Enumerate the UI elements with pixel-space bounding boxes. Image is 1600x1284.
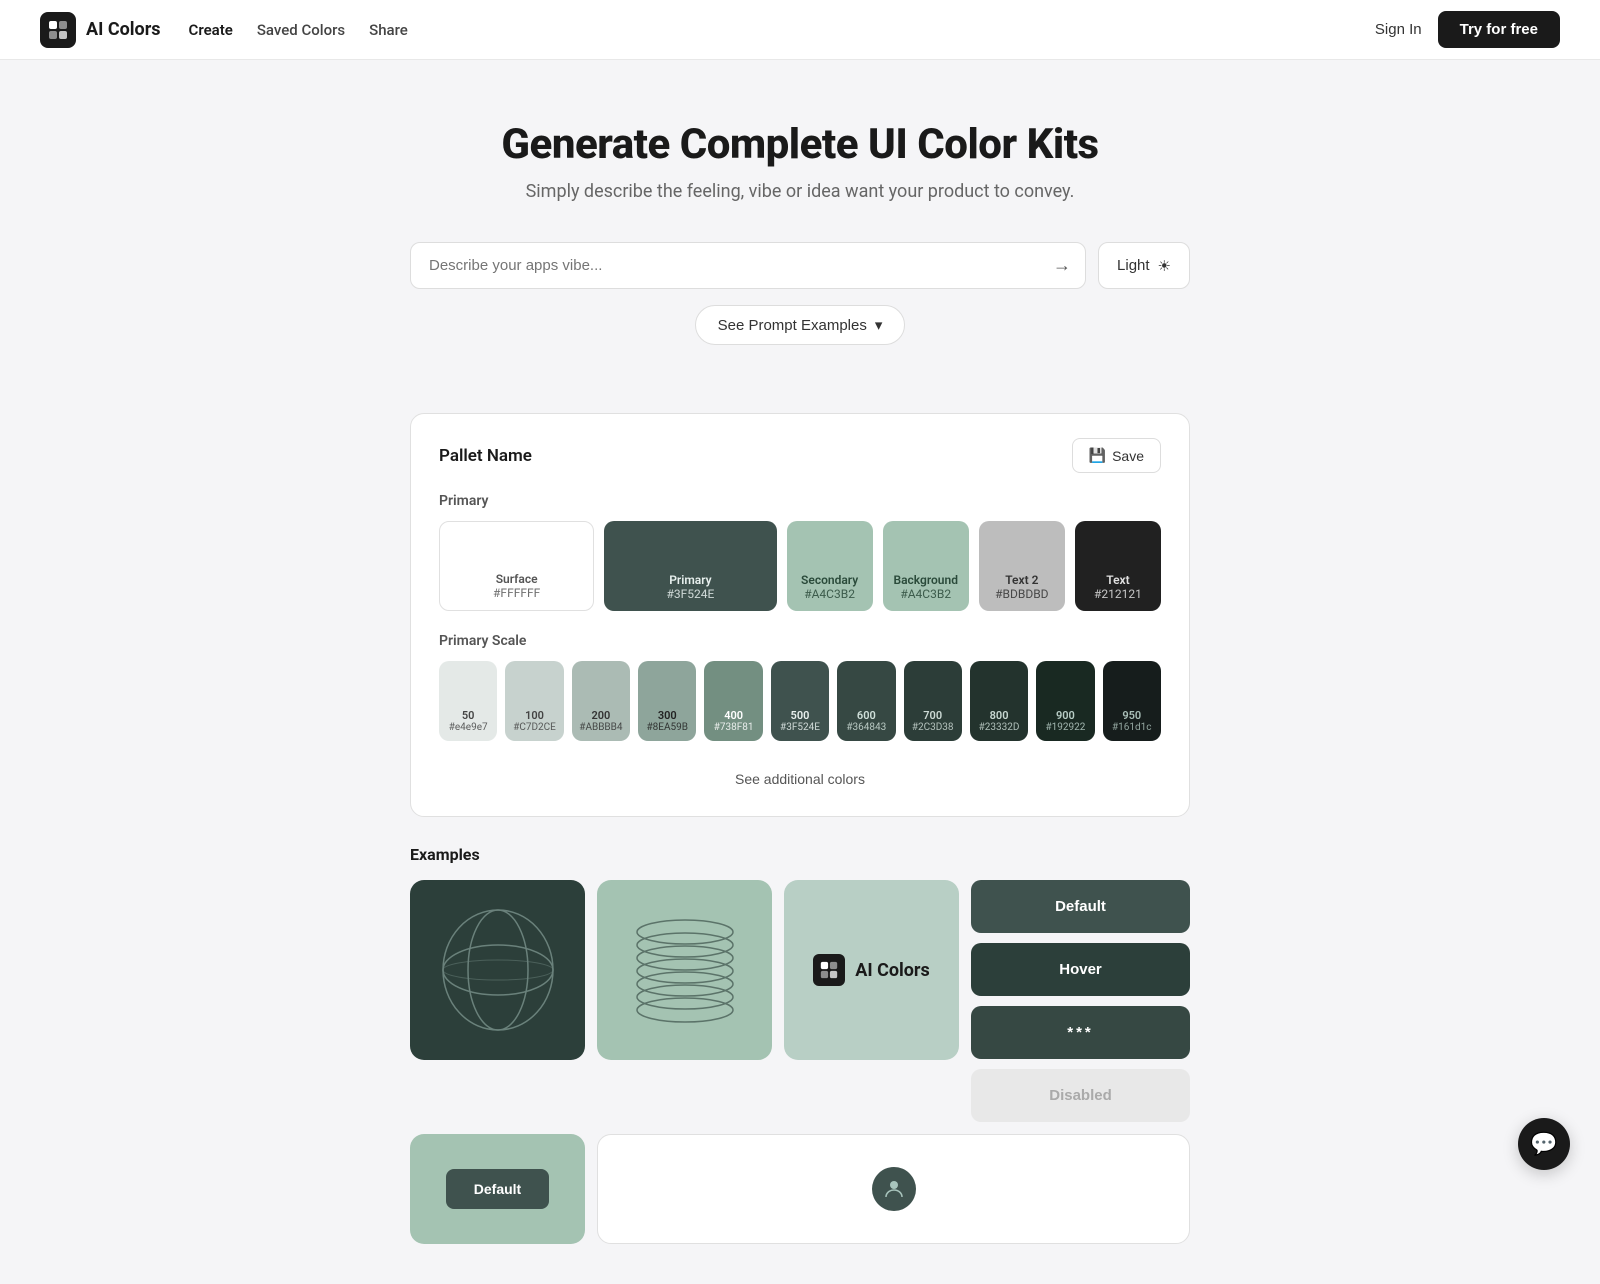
logo-example-text: AI Colors xyxy=(855,960,930,981)
bottom-examples: Default xyxy=(410,1134,1190,1244)
hero-section: Generate Complete UI Color Kits Simply d… xyxy=(410,120,1190,202)
swatch-secondary: Secondary #A4C3B2 xyxy=(787,521,873,611)
nav: Create Saved Colors Share xyxy=(189,21,408,39)
prompt-examples-label: See Prompt Examples xyxy=(718,317,867,334)
example-logo-image: AI Colors xyxy=(784,880,959,1060)
header-left: AI Colors Create Saved Colors Share xyxy=(40,12,408,48)
header-right: Sign In Try for free xyxy=(1375,11,1560,48)
chevron-down-icon: ▾ xyxy=(875,316,883,334)
logo[interactable]: AI Colors xyxy=(40,12,161,48)
primary-label: Primary xyxy=(439,493,1161,509)
example-buttons-col: Default Hover *** Disabled xyxy=(971,880,1190,1122)
scale-200: 200 #ABBBB4 xyxy=(572,661,630,741)
hero-subtitle: Simply describe the feeling, vibe or ide… xyxy=(410,181,1190,202)
primary-swatches: Surface #FFFFFF Primary #3F524E Secondar… xyxy=(439,521,1161,611)
bottom-card-white xyxy=(597,1134,1190,1244)
chat-icon: 💬 xyxy=(1530,1131,1557,1157)
logo-text: AI Colors xyxy=(86,19,161,40)
nav-share[interactable]: Share xyxy=(369,21,408,39)
search-submit-button[interactable]: → xyxy=(1039,245,1085,286)
see-additional-button[interactable]: See additional colors xyxy=(735,771,865,787)
theme-label: Light xyxy=(1117,257,1150,274)
main-content: Generate Complete UI Color Kits Simply d… xyxy=(390,60,1210,1284)
swatch-text: Text #212121 xyxy=(1075,521,1161,611)
save-button[interactable]: 💾 Save xyxy=(1072,438,1161,473)
palette-name: Pallet Name xyxy=(439,446,532,466)
bottom-default-button[interactable]: Default xyxy=(446,1169,549,1209)
hero-title: Generate Complete UI Color Kits xyxy=(410,120,1190,169)
theme-toggle-button[interactable]: Light ☀ xyxy=(1098,242,1190,289)
example-default-button[interactable]: Default xyxy=(971,880,1190,933)
avatar xyxy=(872,1167,916,1211)
see-additional: See additional colors xyxy=(439,761,1161,788)
scale-50: 50 #e4e9e7 xyxy=(439,661,497,741)
search-row: → Light ☀ xyxy=(410,242,1190,289)
chat-button[interactable]: 💬 xyxy=(1518,1118,1570,1170)
example-coil-image xyxy=(597,880,772,1060)
example-disabled-button: Disabled xyxy=(971,1069,1190,1122)
try-free-button[interactable]: Try for free xyxy=(1438,11,1560,48)
save-label: Save xyxy=(1112,448,1144,464)
bottom-avatar-row xyxy=(872,1167,916,1211)
scale-500: 500 #3F524E xyxy=(771,661,829,741)
nav-create[interactable]: Create xyxy=(189,21,233,39)
bottom-card-green: Default xyxy=(410,1134,585,1244)
swatch-surface: Surface #FFFFFF xyxy=(439,521,594,611)
palette-card: Pallet Name 💾 Save Primary Surface #FFFF… xyxy=(410,413,1190,817)
scale-700: 700 #2C3D38 xyxy=(904,661,962,741)
examples-section: Examples xyxy=(410,845,1190,1244)
search-input-wrap: → xyxy=(410,242,1086,289)
scale-950: 950 #161d1c xyxy=(1103,661,1161,741)
arrow-icon: → xyxy=(1053,255,1071,276)
palette-header: Pallet Name 💾 Save xyxy=(439,438,1161,473)
scale-800: 800 #23332D xyxy=(970,661,1028,741)
search-input[interactable] xyxy=(411,243,1039,288)
sun-icon: ☀ xyxy=(1158,257,1171,275)
examples-grid: AI Colors Default Hover *** Disabled xyxy=(410,880,1190,1122)
swatch-background: Background #A4C3B2 xyxy=(883,521,969,611)
swatch-primary: Primary #3F524E xyxy=(604,521,776,611)
logo-icon xyxy=(40,12,76,48)
scale-swatches: 50 #e4e9e7 100 #C7D2CE 200 #ABBBB4 300 #… xyxy=(439,661,1161,741)
scale-label: Primary Scale xyxy=(439,633,1161,649)
save-icon: 💾 xyxy=(1089,447,1106,464)
logo-example: AI Colors xyxy=(813,954,930,986)
prompt-examples-button[interactable]: See Prompt Examples ▾ xyxy=(695,305,906,345)
example-hover-button[interactable]: Hover xyxy=(971,943,1190,996)
example-password-button[interactable]: *** xyxy=(971,1006,1190,1059)
examples-title: Examples xyxy=(410,845,1190,864)
logo-example-icon xyxy=(813,954,845,986)
scale-900: 900 #192922 xyxy=(1036,661,1094,741)
scale-600: 600 #364843 xyxy=(837,661,895,741)
header: AI Colors Create Saved Colors Share Sign… xyxy=(0,0,1600,60)
scale-300: 300 #8EA59B xyxy=(638,661,696,741)
sign-in-button[interactable]: Sign In xyxy=(1375,21,1422,38)
example-sphere-image xyxy=(410,880,585,1060)
nav-saved-colors[interactable]: Saved Colors xyxy=(257,21,345,39)
scale-100: 100 #C7D2CE xyxy=(505,661,563,741)
scale-400: 400 #738F81 xyxy=(704,661,762,741)
swatch-text2: Text 2 #BDBDBD xyxy=(979,521,1065,611)
